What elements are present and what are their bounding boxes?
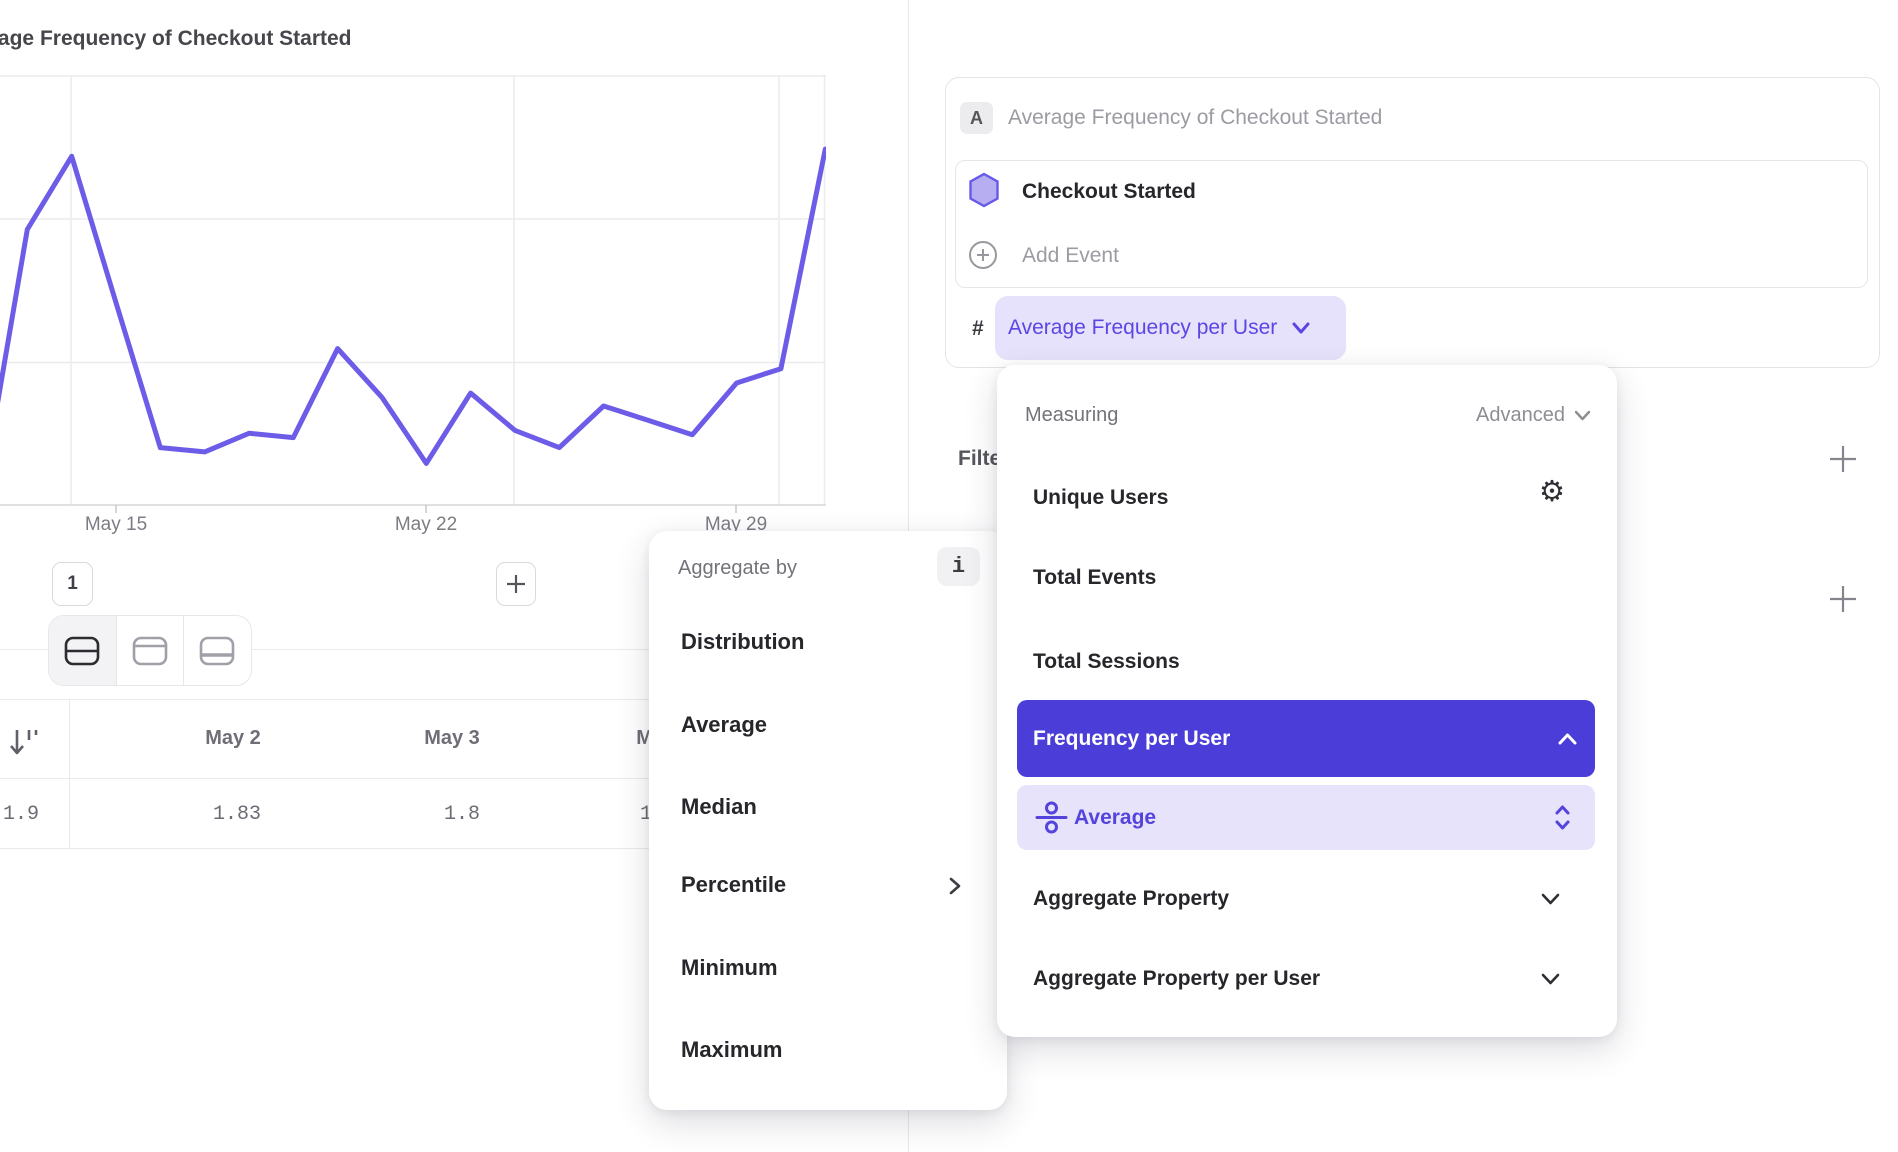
sort-descending-icon[interactable]	[8, 726, 42, 760]
metric-letter-badge: A	[960, 102, 993, 134]
gear-icon[interactable]: ⚙	[1539, 478, 1565, 507]
x-tick-label: May 22	[366, 514, 486, 536]
event-hexagon-icon	[968, 172, 1000, 208]
menu-item-average[interactable]: Average	[681, 712, 767, 738]
menu-item-total-sessions[interactable]: Total Sessions	[1033, 650, 1180, 674]
add-event-icon[interactable]	[968, 240, 998, 270]
advanced-toggle[interactable]: Advanced	[1476, 404, 1591, 427]
aggregate-by-title: Aggregate by	[678, 557, 797, 580]
add-breakdown-button[interactable]	[1828, 584, 1858, 614]
table-cell: 1.9	[0, 803, 81, 826]
menu-item-minimum[interactable]: Minimum	[681, 955, 778, 981]
menu-item-aggregate-property[interactable]: Aggregate Property	[1033, 887, 1229, 911]
chevron-up-icon	[1558, 732, 1577, 745]
measuring-title: Measuring	[1025, 404, 1118, 427]
layout-toggle-group	[48, 615, 252, 686]
average-sub-label: Average	[1074, 806, 1156, 830]
menu-item-distribution[interactable]: Distribution	[681, 629, 804, 655]
menu-item-average-sub[interactable]: Average	[1017, 785, 1595, 850]
menu-item-total-events[interactable]: Total Events	[1033, 566, 1156, 590]
layout-toggle-split[interactable]	[49, 616, 117, 685]
measurement-dropdown[interactable]: Average Frequency per User	[995, 296, 1346, 360]
measuring-menu: Measuring Advanced Unique Users ⚙ Total …	[997, 365, 1617, 1037]
add-event-button[interactable]: Add Event	[1022, 244, 1119, 268]
menu-item-frequency-per-user-selected[interactable]: Frequency per User	[1017, 700, 1595, 777]
layout-toggle-table-only[interactable]	[184, 616, 251, 685]
aggregate-by-menu: Aggregate by i Distribution Average Medi…	[649, 531, 1007, 1110]
layout-toggle-chart-only[interactable]	[117, 616, 185, 685]
x-tick-label: May 15	[56, 514, 176, 536]
menu-item-aggregate-property-per-user[interactable]: Aggregate Property per User	[1033, 967, 1320, 991]
page-number-button[interactable]: 1	[52, 562, 93, 606]
chevron-down-icon	[1541, 893, 1560, 906]
add-filter-button[interactable]	[1828, 444, 1858, 474]
menu-item-median[interactable]: Median	[681, 794, 757, 820]
panel-top-icon	[131, 634, 169, 668]
add-chart-button[interactable]	[496, 562, 536, 606]
chevron-right-icon	[947, 876, 963, 896]
chevron-up-down-icon	[1554, 804, 1571, 831]
chevron-down-icon	[1541, 973, 1560, 986]
chevron-down-icon	[1574, 410, 1591, 422]
table-rows-icon	[63, 634, 101, 668]
average-icon	[1035, 801, 1068, 834]
metrics-section-title: Metrics	[953, 0, 1037, 6]
advanced-label: Advanced	[1476, 404, 1565, 427]
menu-item-maximum[interactable]: Maximum	[681, 1037, 782, 1063]
panel-bottom-icon	[198, 634, 236, 668]
chart-series-line	[0, 149, 825, 488]
menu-item-percentile[interactable]: Percentile	[681, 872, 786, 898]
selected-item-label: Frequency per User	[1033, 727, 1230, 751]
table-cell: 1.8	[402, 803, 522, 826]
table-cell: 1.83	[177, 803, 297, 826]
measurement-dropdown-label: Average Frequency per User	[1008, 316, 1277, 340]
metric-name-input[interactable]: Average Frequency of Checkout Started	[1008, 106, 1382, 130]
measurement-hash-symbol: #	[972, 317, 984, 341]
info-icon[interactable]: i	[937, 547, 980, 586]
menu-item-unique-users[interactable]: Unique Users	[1033, 486, 1168, 510]
table-header-cell[interactable]: May 3	[392, 727, 512, 750]
line-chart[interactable]	[0, 75, 826, 521]
chevron-down-icon	[1291, 321, 1311, 335]
plus-icon	[505, 573, 527, 595]
analytics-screen: Average Frequency of Checkout Started Ma…	[0, 0, 1898, 1152]
table-header-cell[interactable]: May 2	[173, 727, 293, 750]
chart-title: Average Frequency of Checkout Started	[0, 27, 352, 51]
event-name[interactable]: Checkout Started	[1022, 180, 1196, 204]
